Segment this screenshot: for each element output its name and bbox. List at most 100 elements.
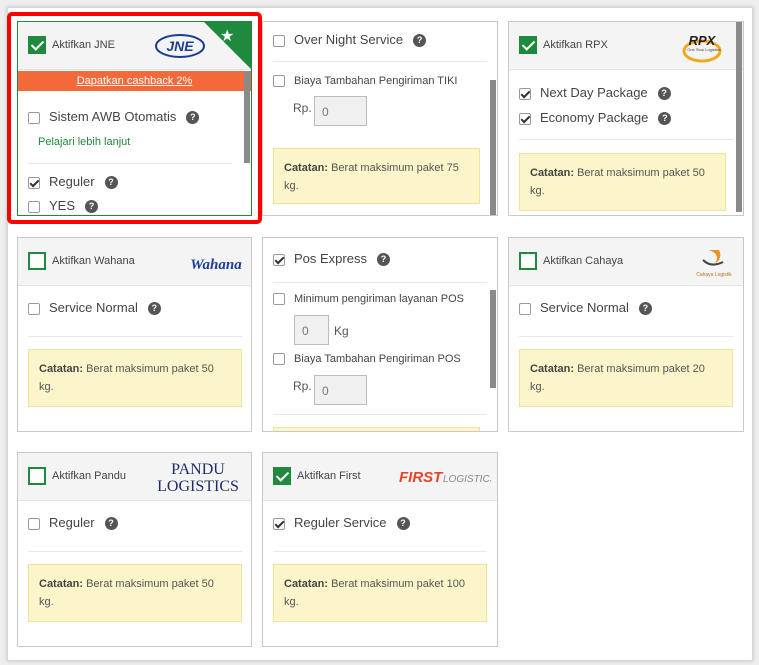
rp-label: Rp. [293, 101, 312, 115]
nextday-checkbox[interactable] [519, 87, 531, 100]
pandu-enable-checkbox[interactable] [28, 467, 46, 485]
help-icon[interactable]: ? [413, 34, 427, 48]
wahana-card: Aktifkan Wahana Wahana Service Normal? C… [17, 237, 252, 432]
wahana-enable-checkbox[interactable] [28, 252, 46, 270]
pos-min-option[interactable]: Minimum pengiriman layanan POS [273, 293, 464, 306]
svg-text:RPX: RPX [689, 33, 717, 48]
cahaya-normal-label: Service Normal [540, 300, 629, 315]
rpx-header: Aktifkan RPX RPX One Stop Logistics [509, 22, 743, 70]
tiki-surcharge-option[interactable]: Biaya Tambahan Pengiriman TIKI [273, 75, 458, 88]
rp-label: Rp. [293, 379, 312, 393]
help-icon[interactable]: ? [396, 517, 410, 531]
pos-surcharge-input[interactable]: 0 [314, 375, 367, 405]
divider [519, 139, 733, 140]
first-enable-checkbox[interactable] [273, 467, 291, 485]
pos-surcharge-label: Biaya Tambahan Pengiriman POS [294, 353, 461, 365]
scrollbar[interactable] [490, 80, 496, 215]
tiki-service-overnight[interactable]: Over Night Service? [273, 32, 427, 48]
wahana-note: Catatan: Berat maksimum paket 50 kg. [28, 349, 242, 407]
rpx-service-economy[interactable]: Economy Package? [519, 110, 672, 126]
tiki-surcharge-checkbox[interactable] [273, 75, 285, 88]
scrollbar[interactable] [736, 22, 742, 212]
tiki-note: Catatan: Berat maksimum paket 75 kg. [273, 148, 480, 204]
first-reguler-checkbox[interactable] [273, 517, 285, 530]
help-icon[interactable]: ? [147, 302, 161, 316]
pos-note [273, 427, 480, 431]
wahana-enable-label: Aktifkan Wahana [52, 255, 135, 267]
economy-label: Economy Package [540, 110, 649, 125]
rpx-card: Aktifkan RPX RPX One Stop Logistics Next… [508, 21, 744, 216]
overnight-checkbox[interactable] [273, 34, 285, 47]
svg-text:LOGISTICS: LOGISTICS [443, 474, 491, 485]
cahaya-enable-checkbox[interactable] [519, 252, 537, 270]
pandu-reguler-checkbox[interactable] [28, 517, 40, 530]
pos-express-checkbox[interactable] [273, 253, 285, 266]
first-note: Catatan: Berat maksimum paket 100 kg. [273, 564, 487, 622]
first-header: Aktifkan First FIRST LOGISTICS [263, 453, 497, 501]
cahaya-card: Aktifkan Cahaya Cahaya Logistik Service … [508, 237, 744, 432]
help-icon[interactable]: ? [104, 517, 118, 531]
wahana-normal-label: Service Normal [49, 300, 138, 315]
first-reguler-label: Reguler Service [294, 515, 387, 530]
divider [273, 414, 487, 415]
svg-text:Cahaya Logistik: Cahaya Logistik [696, 272, 732, 278]
tiki-surcharge-label: Biaya Tambahan Pengiriman TIKI [294, 75, 458, 87]
pandu-card: Aktifkan Pandu PANDU LOGISTICS Reguler? … [17, 452, 252, 647]
rpx-enable-checkbox[interactable] [519, 36, 537, 54]
pandu-service-reguler[interactable]: Reguler? [28, 515, 118, 531]
nextday-label: Next Day Package [540, 85, 648, 100]
pos-express-label: Pos Express [294, 251, 367, 266]
cahaya-normal-checkbox[interactable] [519, 302, 531, 315]
wahana-header: Aktifkan Wahana Wahana [18, 238, 251, 286]
wahana-logo: Wahana [190, 257, 242, 273]
cahaya-service-normal[interactable]: Service Normal? [519, 300, 652, 316]
pos-service-express[interactable]: Pos Express? [273, 251, 390, 267]
wahana-service-normal[interactable]: Service Normal? [28, 300, 161, 316]
divider [519, 336, 733, 337]
svg-text:One Stop Logistics: One Stop Logistics [687, 47, 721, 52]
pandu-logo: PANDU LOGISTICS [157, 461, 239, 495]
first-enable-label: Aktifkan First [297, 470, 361, 482]
cahaya-header: Aktifkan Cahaya Cahaya Logistik [509, 238, 743, 286]
tiki-card: Over Night Service? Biaya Tambahan Pengi… [262, 21, 498, 216]
first-card: Aktifkan First FIRST LOGISTICS Reguler S… [262, 452, 498, 647]
scrollbar[interactable] [490, 290, 496, 388]
tiki-surcharge-input[interactable]: 0 [314, 96, 367, 126]
svg-text:PANDU: PANDU [171, 461, 225, 478]
cahaya-logo: Cahaya Logistik [696, 250, 732, 278]
divider [273, 551, 487, 552]
pos-surcharge-checkbox[interactable] [273, 353, 285, 366]
economy-checkbox[interactable] [519, 112, 531, 125]
rpx-enable-label: Aktifkan RPX [543, 39, 608, 51]
divider [273, 282, 487, 283]
pos-min-checkbox[interactable] [273, 293, 285, 306]
pandu-enable-label: Aktifkan Pandu [52, 470, 126, 482]
pos-min-input[interactable]: 0 [294, 315, 329, 345]
pos-surcharge-option[interactable]: Biaya Tambahan Pengiriman POS [273, 353, 461, 366]
help-icon[interactable]: ? [658, 112, 672, 126]
overnight-label: Over Night Service [294, 32, 404, 47]
first-service-reguler[interactable]: Reguler Service? [273, 515, 410, 531]
highlight-box [7, 12, 262, 224]
pandu-header: Aktifkan Pandu PANDU LOGISTICS [18, 453, 251, 501]
first-logo: FIRST LOGISTICS [399, 469, 491, 486]
cahaya-note: Catatan: Berat maksimum paket 20 kg. [519, 349, 733, 407]
pos-min-label: Minimum pengiriman layanan POS [294, 293, 464, 305]
kg-label: Kg [334, 324, 349, 338]
wahana-normal-checkbox[interactable] [28, 302, 40, 315]
svg-text:Wahana: Wahana [190, 257, 242, 273]
divider [28, 551, 242, 552]
divider [273, 61, 487, 62]
pandu-reguler-label: Reguler [49, 515, 95, 530]
svg-text:FIRST: FIRST [399, 469, 444, 486]
help-icon[interactable]: ? [657, 87, 671, 101]
rpx-note: Catatan: Berat maksimum paket 50 kg. [519, 153, 726, 211]
help-icon[interactable]: ? [376, 253, 390, 267]
rpx-logo: RPX One Stop Logistics [682, 33, 722, 63]
svg-text:LOGISTICS: LOGISTICS [157, 478, 239, 495]
cahaya-enable-label: Aktifkan Cahaya [543, 255, 624, 267]
divider [28, 336, 242, 337]
rpx-service-nextday[interactable]: Next Day Package? [519, 85, 671, 101]
help-icon[interactable]: ? [638, 302, 652, 316]
pos-card: Pos Express? Minimum pengiriman layanan … [262, 237, 498, 432]
